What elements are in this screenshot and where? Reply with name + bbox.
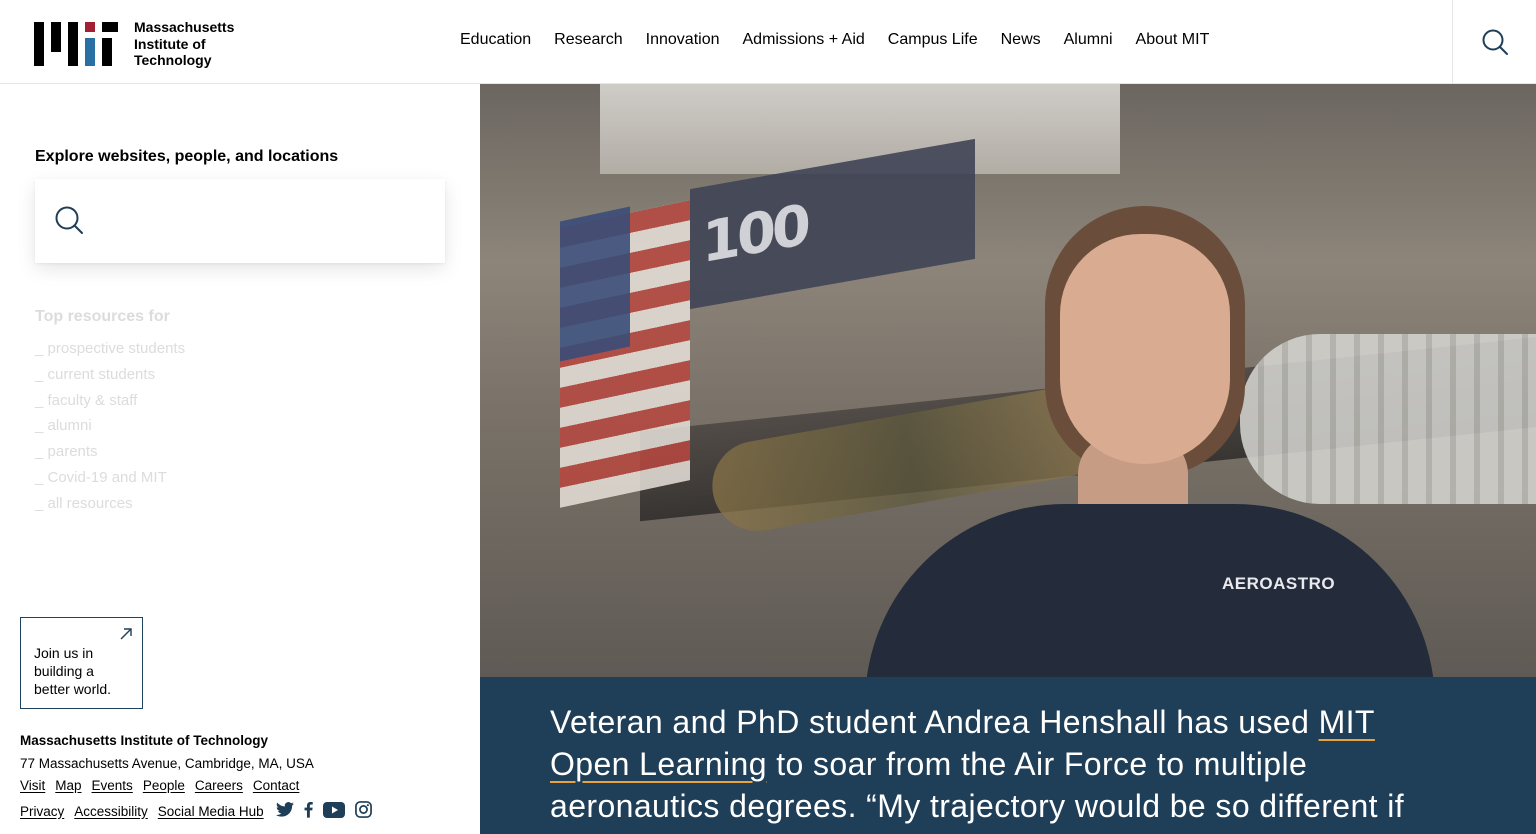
mit-logo-mark (34, 22, 118, 66)
facebook-icon[interactable] (304, 801, 313, 821)
resource-link-parents[interactable]: _ parents (35, 443, 98, 460)
explore-search-box[interactable] (35, 179, 445, 263)
join-us-text: Join us in building a better world. (34, 645, 112, 697)
footer-link-contact[interactable]: Contact (253, 778, 300, 793)
resources-title: Top resources for (35, 308, 170, 325)
hero-person-face (1060, 234, 1230, 464)
nav-research[interactable]: Research (554, 31, 622, 49)
list-item: _ current students (35, 362, 185, 388)
hero-person-jacket (865, 504, 1435, 678)
list-item: _ parents (35, 439, 185, 465)
twitter-icon[interactable] (275, 802, 294, 820)
footer-link-visit[interactable]: Visit (20, 778, 45, 793)
mit-logo[interactable] (34, 22, 118, 66)
footer-link-privacy[interactable]: Privacy (20, 804, 64, 819)
social-links (275, 801, 372, 821)
nav-education[interactable]: Education (460, 31, 531, 49)
hero-image: 100 AEROASTRO (480, 84, 1536, 678)
resource-link-faculty-staff[interactable]: _ faculty & staff (35, 392, 137, 409)
list-item: _ faculty & staff (35, 388, 185, 414)
footer-links-secondary: Privacy Accessibility Social Media Hub (20, 801, 372, 821)
main-nav: Education Research Innovation Admissions… (460, 31, 1209, 49)
hero-jacket-logo: AEROASTRO (1222, 574, 1336, 593)
footer-link-careers[interactable]: Careers (195, 778, 243, 793)
resource-link-prospective-students[interactable]: _ prospective students (35, 340, 185, 357)
nav-alumni[interactable]: Alumni (1064, 31, 1113, 49)
wordmark-line: Technology (134, 52, 212, 68)
join-us-card[interactable]: Join us in building a better world. (20, 617, 143, 709)
nav-innovation[interactable]: Innovation (646, 31, 720, 49)
footer-link-people[interactable]: People (143, 778, 185, 793)
wordmark-line: Massachusetts (134, 19, 235, 35)
explore-search-input[interactable] (97, 203, 427, 239)
youtube-icon[interactable] (322, 801, 345, 821)
nav-admissions-aid[interactable]: Admissions + Aid (743, 31, 865, 49)
hero-caption: Veteran and PhD student Andrea Henshall … (480, 677, 1536, 834)
arrow-up-right-icon (120, 628, 132, 640)
mit-wordmark[interactable]: Massachusetts Institute of Technology (134, 19, 234, 69)
header-search-button[interactable] (1452, 0, 1536, 84)
list-item: _ alumni (35, 413, 185, 439)
list-item: _ prospective students (35, 336, 185, 362)
footer-link-social-media-hub[interactable]: Social Media Hub (158, 804, 264, 819)
resource-link-alumni[interactable]: _ alumni (35, 417, 92, 434)
resource-link-all-resources[interactable]: _ all resources (35, 495, 133, 512)
search-icon (55, 206, 83, 234)
footer-link-events[interactable]: Events (92, 778, 133, 793)
list-item: _ Covid-19 and MIT (35, 465, 185, 491)
instagram-icon[interactable] (354, 801, 372, 821)
footer-links-primary: Visit Map Events People Careers Contact (20, 778, 299, 793)
footer-link-accessibility[interactable]: Accessibility (74, 804, 148, 819)
list-item: _ all resources (35, 491, 185, 517)
wordmark-line: Institute of (134, 35, 206, 52)
site-header: Massachusetts Institute of Technology Ed… (0, 0, 1536, 84)
nav-news[interactable]: News (1001, 31, 1041, 49)
resource-link-covid-19[interactable]: _ Covid-19 and MIT (35, 469, 167, 486)
explore-title: Explore websites, people, and locations (35, 148, 339, 165)
search-icon (1482, 29, 1508, 55)
footer-link-map[interactable]: Map (55, 778, 81, 793)
nav-campus-life[interactable]: Campus Life (888, 31, 978, 49)
resources-list: _ prospective students _ current student… (35, 336, 185, 517)
hero-caption-text: Veteran and PhD student Andrea Henshall … (550, 701, 1450, 827)
hero-flag-union (560, 206, 630, 362)
resource-link-current-students[interactable]: _ current students (35, 366, 155, 383)
caption-text-before: Veteran and PhD student Andrea Henshall … (550, 704, 1319, 740)
left-panel: Explore websites, people, and locations … (0, 84, 480, 834)
footer-institute-name: Massachusetts Institute of Technology (20, 733, 269, 748)
nav-about-mit[interactable]: About MIT (1136, 31, 1210, 49)
footer-address: 77 Massachusetts Avenue, Cambridge, MA, … (20, 756, 314, 771)
hero-duct (1240, 334, 1536, 504)
